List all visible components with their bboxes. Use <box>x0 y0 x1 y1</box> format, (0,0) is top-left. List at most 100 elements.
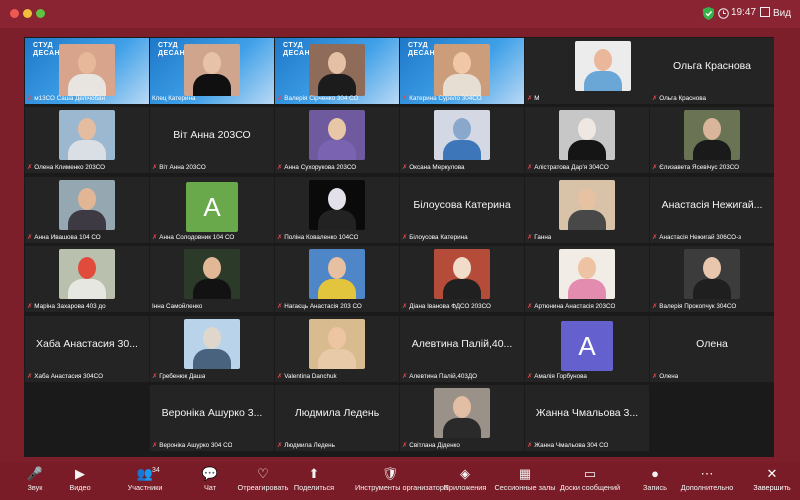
person-body <box>318 210 356 230</box>
participant-tile[interactable]: Олена ✗ Олена <box>650 316 774 382</box>
view-label: Вид <box>773 8 792 19</box>
close-window-button[interactable] <box>10 9 19 18</box>
participant-tile[interactable]: Людмила Ледень ✗ Людмила Ледень <box>275 385 399 451</box>
person-body <box>68 140 106 160</box>
person-body <box>318 140 356 160</box>
muted-mic-icon: ✗ <box>652 95 658 102</box>
host-tools-button[interactable]: 🛡 Инструменты организатора <box>355 465 448 492</box>
participant-tile[interactable]: СТУД ДЕСАНТ ✗ Валерія Сірченко 304 СО <box>275 38 399 104</box>
view-button[interactable]: Вид <box>760 7 791 19</box>
participant-name-label: ✗ Єлизавета Ясевічус 203СО <box>652 164 739 171</box>
participant-tile[interactable]: ✗ Маріна Захарова 403 до <box>25 246 149 312</box>
video-label: Видео <box>69 483 91 492</box>
participant-tile[interactable]: ✗ Нагаєць Анастасія 203 СО <box>275 246 399 312</box>
participant-tile[interactable]: ✗ Поліна Коваленко 104СО <box>275 177 399 243</box>
person-head <box>328 257 346 279</box>
participant-name-label: ✗ Амалія Горбунова <box>527 373 587 380</box>
participants-label: Участники <box>127 483 163 492</box>
muted-mic-icon: ✗ <box>277 442 283 449</box>
participant-tile[interactable]: ✗ Анна Ивашова 104 СО <box>25 177 149 243</box>
video-gallery: СТУД ДЕСАНТ ✗ м13СО Саша Делічобан СТУД ДЕС… <box>24 37 774 457</box>
participant-tile[interactable]: СТУД ДЕСАНТ Клец Катерина <box>150 38 274 104</box>
muted-mic-icon: ✗ <box>277 95 283 102</box>
participant-name: Гребенюк Даша <box>159 373 206 380</box>
participant-tile[interactable]: ✗ Ганна <box>525 177 649 243</box>
participant-tile[interactable]: ✗ Діана Іванова ФДСО 203СО <box>400 246 524 312</box>
participant-display-name: Людмила Ледень <box>294 407 380 419</box>
participants-icon: 👥 <box>136 466 154 481</box>
participant-name-label: Клец Катерина <box>152 95 196 102</box>
breakout-rooms-button[interactable]: ▦ Сессионные залы <box>490 465 560 492</box>
muted-mic-icon: ✗ <box>402 234 408 241</box>
participant-tile[interactable]: ✗ Валерія Прокопчук 304СО <box>650 246 774 312</box>
participant-tile[interactable]: ✗ Світлана Діденко <box>400 385 524 451</box>
person-head <box>328 327 346 349</box>
minimize-window-button[interactable] <box>23 9 32 18</box>
shield-icon[interactable] <box>703 7 714 20</box>
grid-icon <box>760 7 770 17</box>
participant-name: Віт Анна 203СО <box>159 164 206 171</box>
muted-mic-icon: ✗ <box>27 234 33 241</box>
participant-tile[interactable]: Алевтина Палій,40... ✗ Алевтина Палій,403Д… <box>400 316 524 382</box>
participant-tile[interactable]: ✗ Valentina Danchuk <box>275 316 399 382</box>
participant-display-name: Хаба Анастасия 30... <box>36 338 138 350</box>
person-body <box>68 279 106 299</box>
participant-tile[interactable]: ✗ Анна Сухорукова 203СО <box>275 107 399 173</box>
participant-name: Людмила Ледень <box>284 442 335 449</box>
more-label: Дополнительно <box>680 483 734 492</box>
muted-mic-icon: ✗ <box>527 303 533 310</box>
participant-tile[interactable]: ✗ М <box>525 38 555 104</box>
participant-tile[interactable] <box>555 38 650 104</box>
end-meeting-button[interactable]: ✕ Завершить <box>750 465 794 492</box>
whiteboards-button[interactable]: ▭ Доски сообщений <box>555 465 625 492</box>
participant-tile[interactable]: ✗ Олена Клименко 203СО <box>25 107 149 173</box>
person-head <box>328 118 346 140</box>
muted-mic-icon: ✗ <box>402 303 408 310</box>
more-button[interactable]: ⋯ Дополнительно <box>672 465 742 492</box>
video-button[interactable]: ▶ Видео <box>45 465 115 492</box>
participant-name: Артюнина Анастасія 203СО <box>534 303 616 310</box>
participant-avatar: A <box>561 321 613 371</box>
participant-tile[interactable]: Білоусова Катерина ✗ Білоусова Катерина <box>400 177 524 243</box>
participant-name-label: ✗ Valentina Danchuk <box>277 373 337 380</box>
participant-video <box>59 180 115 230</box>
participant-tile[interactable]: A ✗ Анна Солодовник 104 СО <box>150 177 274 243</box>
participant-name: Жанна Чмальова 304 СО <box>534 442 609 449</box>
participants-button[interactable]: 👥 34 Участники <box>110 465 180 492</box>
muted-mic-icon: ✗ <box>527 373 533 380</box>
clock-icon <box>718 8 729 19</box>
participant-tile[interactable]: Жанна Чмальова 3... ✗ Жанна Чмальова 304 С… <box>525 385 649 451</box>
person-body <box>318 349 356 369</box>
participant-tile[interactable]: Віт Анна 203СО ✗ Віт Анна 203СО <box>150 107 274 173</box>
participant-name-label: ✗ Артюнина Анастасія 203СО <box>527 303 615 310</box>
participant-name: Амалія Горбунова <box>534 373 587 380</box>
participant-tile[interactable]: ✗ Оксана Меркулова <box>400 107 524 173</box>
muted-mic-icon: ✗ <box>527 164 533 171</box>
share-button[interactable]: ⬆ Поделиться <box>279 465 349 492</box>
participant-tile[interactable]: Анастасія Нежигай... ✗ Анастасія Нежигай 3… <box>650 177 774 243</box>
participant-tile[interactable]: Ольга Краснова ✗ Ольга Краснова <box>650 38 774 104</box>
participant-tile[interactable]: Інна Самойленко <box>150 246 274 312</box>
muted-mic-icon: ✗ <box>152 373 158 380</box>
muted-mic-icon: ✗ <box>402 164 408 171</box>
share-icon: ⬆ <box>308 466 320 481</box>
person-head <box>453 52 471 74</box>
participant-tile[interactable]: A ✗ Амалія Горбунова <box>525 316 649 382</box>
participant-tile[interactable]: Хаба Анастасия 30... ✗ Хаба Анастасия 304С… <box>25 316 149 382</box>
muted-mic-icon: ✗ <box>527 95 533 102</box>
participant-name-label: ✗ Алевтина Палій,403ДО <box>402 373 477 380</box>
share-label: Поделиться <box>293 483 335 492</box>
participant-tile[interactable]: ✗ Артюнина Анастасія 203СО <box>525 246 649 312</box>
participant-name-label: ✗ Анна Солодовник 104 СО <box>152 234 234 241</box>
participant-tile[interactable]: ✗ Єлизавета Ясевічус 203СО <box>650 107 774 173</box>
muted-mic-icon: ✗ <box>402 442 408 449</box>
participant-tile[interactable]: Вероніка Ашурко 3... ✗ Вероніка Ашурко 304… <box>150 385 274 451</box>
participant-name-label: ✗ Світлана Діденко <box>402 442 460 449</box>
participant-tile[interactable]: СТУД ДЕСАНТ ✗ м13СО Саша Делічобан <box>25 38 149 104</box>
fullscreen-window-button[interactable] <box>36 9 45 18</box>
participant-name-label: ✗ Хаба Анастасия 304СО <box>27 373 103 380</box>
participant-tile[interactable]: СТУД ДЕСАНТ ✗ Катерина Сурело 304СО <box>400 38 524 104</box>
participant-tile[interactable]: ✗ Гребенюк Даша <box>150 316 274 382</box>
participant-tile[interactable]: ✗ Алістратова Дар'я 304СО <box>525 107 649 173</box>
person-head <box>453 257 471 279</box>
